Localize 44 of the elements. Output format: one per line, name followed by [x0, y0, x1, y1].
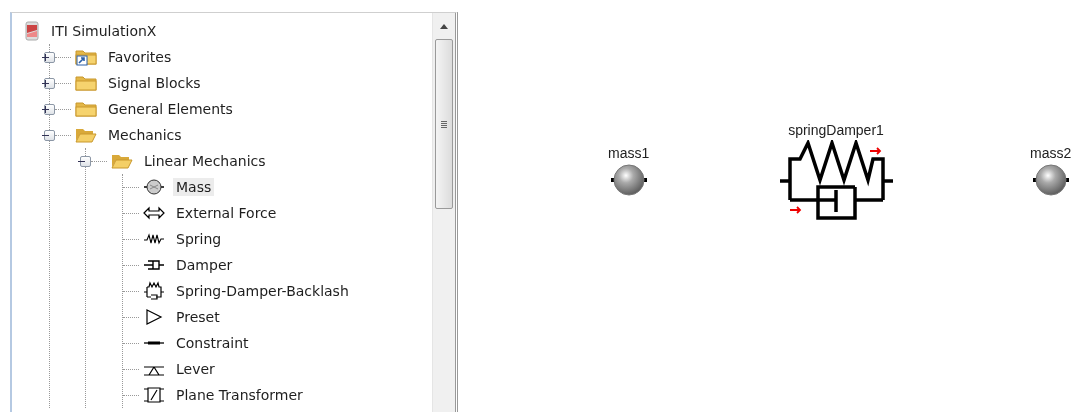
spring-damper-icon — [143, 281, 165, 301]
zigzag-icon — [143, 231, 165, 247]
mass-ball-drawing — [1032, 163, 1069, 197]
tree-item[interactable]: Lever — [173, 360, 218, 378]
tree-item[interactable]: Favorites — [105, 48, 175, 66]
folder-icon — [75, 100, 97, 118]
tree-item[interactable]: Plane Transformer — [173, 386, 306, 404]
mass-ball-drawing — [610, 163, 647, 197]
grip-icon — [441, 120, 447, 128]
transformer-icon — [143, 386, 165, 404]
expand-toggle[interactable] — [44, 77, 55, 89]
application-icon — [24, 21, 40, 41]
open-folder-icon — [75, 126, 97, 144]
tree-item[interactable]: Mechanics — [105, 126, 185, 144]
tree-item[interactable]: External Force — [173, 204, 280, 222]
tree-item[interactable]: ITI SimulationX — [48, 22, 160, 40]
scrollbar-thumb[interactable] — [435, 39, 453, 209]
component-label: mass2 — [1030, 145, 1072, 161]
tree-item[interactable]: General Elements — [105, 100, 236, 118]
expand-toggle[interactable] — [44, 103, 55, 115]
tree-item[interactable]: Spring-Damper-Backlash — [173, 282, 352, 300]
plus-icon — [42, 53, 49, 61]
open-folder-icon — [111, 152, 133, 170]
scroll-up-icon[interactable] — [440, 24, 448, 29]
damper-icon — [143, 257, 165, 273]
tree-item[interactable]: Damper — [173, 256, 236, 274]
component-label: mass1 — [608, 145, 650, 161]
collapse-toggle[interactable] — [80, 155, 91, 167]
tree-item[interactable]: Linear Mechanics — [141, 152, 269, 170]
mass-icon — [143, 179, 165, 195]
component-label: springDamper1 — [788, 122, 884, 138]
collapse-toggle[interactable] — [44, 129, 55, 141]
tree-item[interactable]: Mass — [173, 178, 215, 196]
folder-icon — [75, 74, 97, 92]
double-arrow-icon — [143, 205, 165, 221]
tree-item[interactable]: Spring — [173, 230, 225, 248]
tree-item[interactable]: Signal Blocks — [105, 74, 204, 92]
expand-toggle[interactable] — [44, 51, 55, 63]
scrollbar[interactable] — [432, 13, 455, 412]
tree-item[interactable]: Preset — [173, 308, 223, 326]
plus-icon — [42, 79, 49, 87]
tree-item[interactable]: Constraint — [173, 334, 252, 352]
plus-icon — [42, 105, 49, 113]
shortcut-folder-icon — [75, 48, 97, 66]
